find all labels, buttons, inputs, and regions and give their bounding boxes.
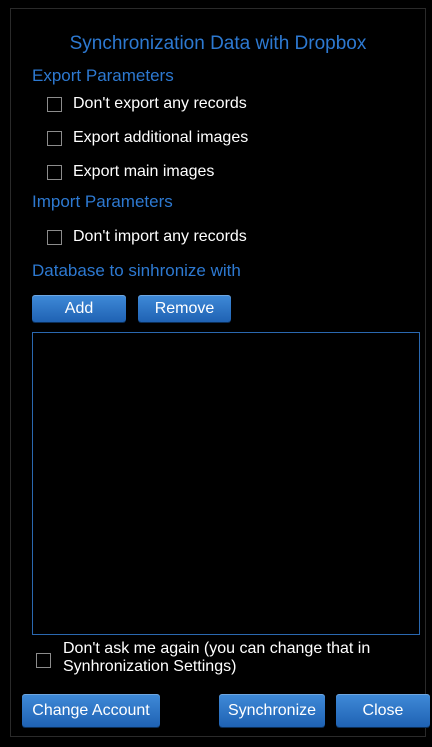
close-button[interactable]: Close — [336, 694, 430, 727]
checkbox-label: Export main images — [73, 163, 215, 180]
checkbox-box[interactable] — [36, 653, 51, 668]
remove-button[interactable]: Remove — [138, 295, 231, 322]
export-parameters-heading: Export Parameters — [32, 66, 174, 85]
checkbox-dont-export-records[interactable]: Don't export any records — [47, 95, 247, 113]
add-button[interactable]: Add — [32, 295, 126, 322]
dont-ask-again-line-2: Synhronization Settings) — [63, 658, 237, 675]
change-account-button[interactable]: Change Account — [22, 694, 160, 727]
checkbox-box[interactable] — [47, 96, 62, 112]
checkbox-dont-import-records[interactable]: Don't import any records — [47, 228, 247, 246]
dialog-title: Synchronization Data with Dropbox — [69, 33, 367, 54]
checkbox-box[interactable] — [47, 130, 62, 146]
checkbox-export-main-images[interactable]: Export main images — [47, 163, 214, 181]
synchronize-button[interactable]: Synchronize — [219, 694, 325, 727]
checkbox-label: Don't import any records — [73, 228, 247, 245]
database-heading: Database to sinhronize with — [32, 261, 241, 280]
checkbox-box[interactable] — [47, 164, 62, 180]
database-list[interactable] — [32, 332, 420, 635]
import-parameters-heading: Import Parameters — [32, 192, 173, 211]
checkbox-label: Don't export any records — [73, 95, 247, 112]
dont-ask-again-line-1: Don't ask me again (you can change that … — [63, 640, 371, 657]
checkbox-dont-ask-again[interactable]: Don't ask me again (you can change that … — [36, 640, 416, 676]
checkbox-label: Export additional images — [73, 129, 249, 146]
dont-ask-again-text: Don't ask me again (you can change that … — [63, 640, 370, 676]
checkbox-box[interactable] — [47, 229, 62, 245]
checkbox-export-additional-images[interactable]: Export additional images — [47, 129, 248, 147]
